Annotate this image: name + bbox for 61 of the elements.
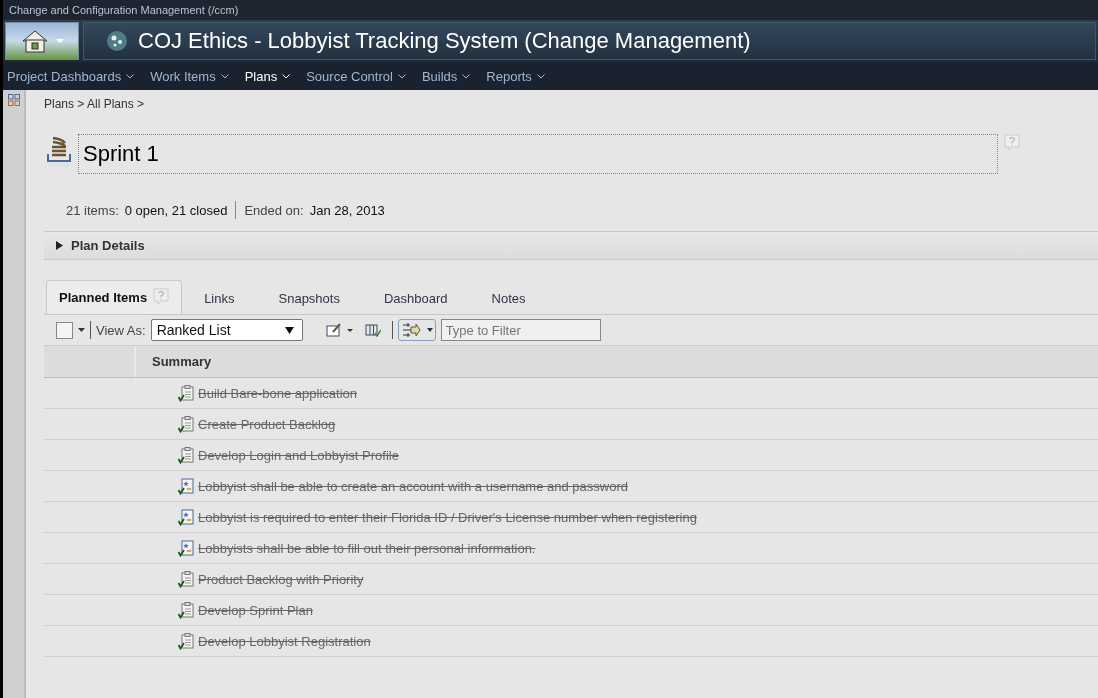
tab[interactable]: Notes [469, 284, 548, 314]
story-icon [178, 477, 194, 495]
nav-menu[interactable]: Plans [244, 68, 291, 84]
column-header[interactable]: Summary [152, 354, 212, 369]
work-item-summary[interactable]: Lobbyists shall be able to fill out their personal information. [198, 540, 536, 556]
task-icon [178, 446, 194, 464]
filter-options-button[interactable] [397, 319, 436, 341]
chevron-icon [397, 73, 406, 79]
caret-icon [284, 326, 294, 334]
view-as-label: View As: [96, 322, 146, 338]
ended-label: Ended on: [244, 202, 304, 218]
items-value: 0 open, 21 closed [124, 202, 228, 218]
home-menu-button[interactable] [5, 22, 79, 60]
chevron-icon [126, 73, 135, 79]
work-item-summary[interactable]: Develop Login and Lobbyist Profile [198, 447, 399, 463]
edit-icon[interactable] [325, 323, 354, 337]
work-item-summary[interactable]: Build Bare-bone application [198, 385, 357, 401]
story-icon [178, 508, 194, 526]
caret-icon [426, 328, 433, 332]
chevron-icon [462, 73, 471, 79]
breadcrumb[interactable]: Plans > All Plans > [44, 97, 145, 111]
nav-menu[interactable]: Builds [421, 68, 471, 84]
plan-name-field[interactable]: Sprint 1 [78, 134, 998, 174]
tab[interactable]: Planned Items [46, 280, 183, 314]
caret-icon [56, 38, 64, 44]
view-as-dropdown[interactable]: Ranked List [150, 319, 303, 341]
plan-details-label: Plan Details [71, 238, 145, 253]
work-item-summary[interactable]: Develop Lobbyist Registration [198, 633, 371, 649]
nav-menu[interactable]: Project Dashboards [7, 68, 135, 84]
work-item-summary[interactable]: Lobbyist is required to enter their Florida ID / Driver's License number when registering [198, 509, 697, 525]
ended-value: Jan 28, 2013 [309, 202, 385, 218]
work-item-summary[interactable]: Product Backlog with Priority [198, 571, 364, 587]
tab[interactable]: Snapshots [256, 284, 362, 314]
task-icon [178, 384, 194, 402]
nav-menu[interactable]: Work Items [150, 68, 229, 84]
work-item-summary[interactable]: Create Product Backlog [198, 416, 336, 432]
select-all-checkbox[interactable] [56, 321, 73, 339]
task-icon [178, 415, 194, 433]
tab[interactable]: Dashboard [361, 284, 470, 314]
globe-icon [106, 30, 128, 52]
task-icon [178, 632, 194, 650]
plan-details-header[interactable]: Plan Details [44, 231, 1098, 260]
work-item-summary[interactable]: Lobbyist shall be able to create an account with a username and password [198, 478, 628, 494]
story-icon [178, 539, 194, 557]
task-icon [178, 601, 194, 619]
caret-icon[interactable] [78, 327, 85, 333]
work-item-summary[interactable]: Develop Sprint Plan [198, 602, 313, 618]
chevron-icon [282, 73, 291, 79]
window-title: Change and Configuration Management (/ccm) [9, 4, 239, 16]
nav-menu[interactable]: Reports [486, 68, 545, 84]
tab[interactable]: Links [182, 284, 257, 314]
grid-icon [7, 94, 20, 106]
items-label: 21 items: [66, 202, 119, 218]
nav-menu[interactable]: Source Control [306, 68, 406, 84]
project-title: COJ Ethics - Lobbyist Tracking System (Change Management) [138, 28, 751, 54]
task-icon [178, 570, 194, 588]
chevron-icon [536, 73, 545, 79]
columns-icon[interactable] [364, 323, 381, 337]
filter-field[interactable]: Type to Filter [440, 319, 601, 341]
chevron-icon [220, 73, 229, 79]
triangle-icon [56, 241, 63, 250]
